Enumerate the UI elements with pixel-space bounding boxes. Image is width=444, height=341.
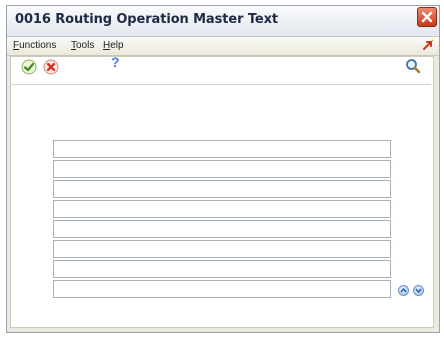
close-button[interactable]: [417, 7, 437, 27]
menu-tools[interactable]: Tools: [71, 40, 94, 51]
text-line-6[interactable]: [53, 240, 391, 258]
menu-help[interactable]: Help: [103, 40, 124, 51]
close-icon: [421, 11, 433, 23]
ok-check-icon[interactable]: [21, 59, 37, 80]
scroll-up-button[interactable]: [398, 285, 409, 296]
text-line-2[interactable]: [53, 160, 391, 178]
exit-icon[interactable]: [421, 38, 435, 57]
app-window: 0016 Routing Operation Master Text Funct…: [6, 5, 440, 333]
text-line-5[interactable]: [53, 220, 391, 238]
text-line-8[interactable]: [53, 280, 391, 298]
text-line-4[interactable]: [53, 200, 391, 218]
chevron-up-icon: [400, 287, 407, 293]
text-line-3[interactable]: [53, 180, 391, 198]
text-line-7[interactable]: [53, 260, 391, 278]
cancel-x-icon[interactable]: [43, 59, 59, 80]
chevron-down-icon: [415, 288, 422, 294]
menu-functions[interactable]: Functions: [13, 40, 56, 51]
menu-bar: Functions Tools Help: [7, 37, 439, 56]
search-icon[interactable]: [405, 58, 421, 79]
title-bar[interactable]: 0016 Routing Operation Master Text: [7, 6, 439, 37]
help-icon[interactable]: ?: [111, 54, 120, 70]
window-title: 0016 Routing Operation Master Text: [15, 12, 278, 27]
scroll-down-button[interactable]: [413, 285, 424, 296]
toolbar-divider: [11, 84, 431, 85]
text-line-1[interactable]: [53, 140, 391, 158]
